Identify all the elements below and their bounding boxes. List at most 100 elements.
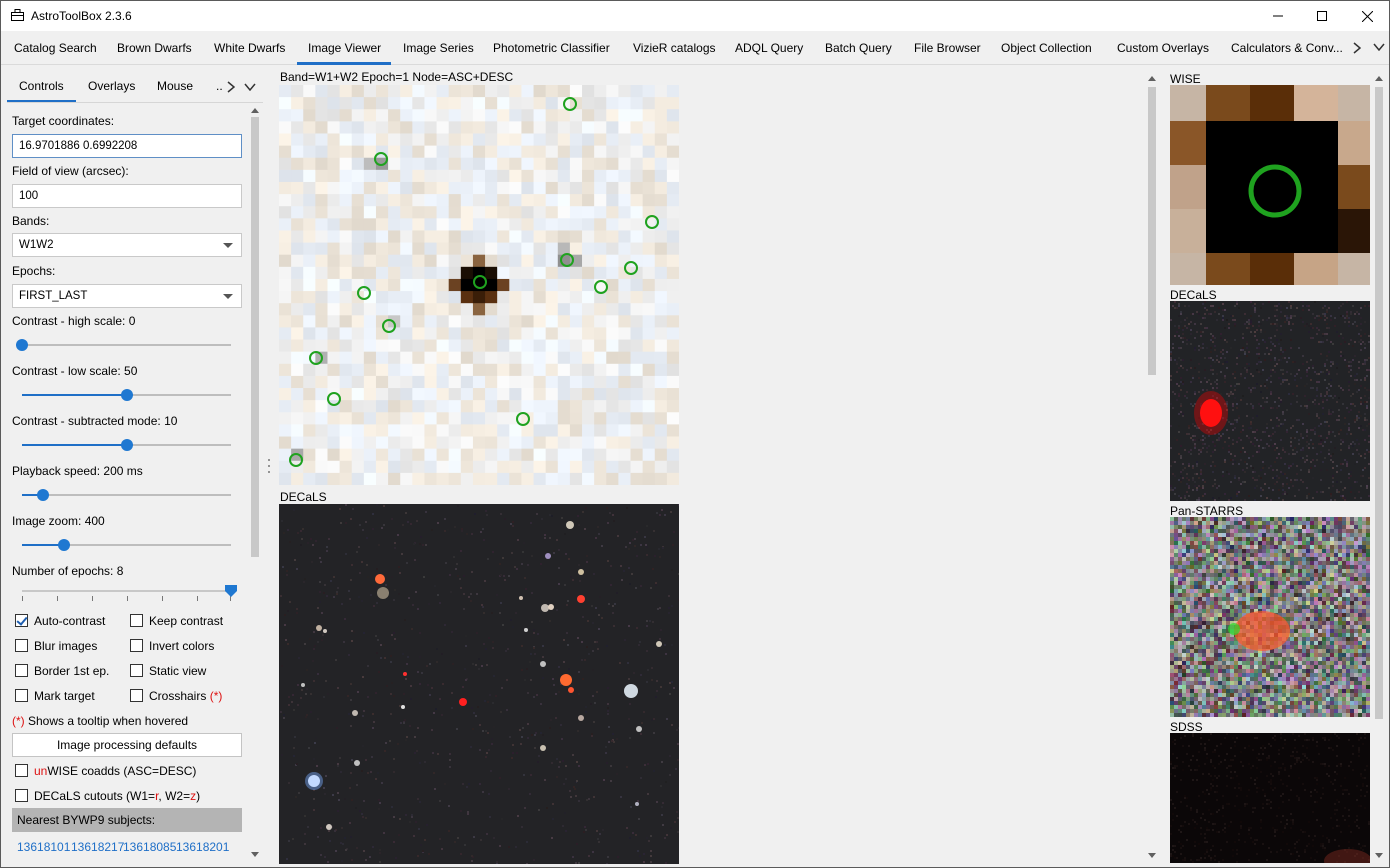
- checkbox-box[interactable]: [130, 639, 143, 652]
- tab-catalog-search[interactable]: Catalog Search: [14, 41, 97, 55]
- decals-thumbnail[interactable]: [1170, 301, 1370, 501]
- decals-main-image[interactable]: [279, 504, 679, 864]
- contrast-high-slider[interactable]: [16, 339, 231, 351]
- crosshairs-checkbox[interactable]: Crosshairs (*): [130, 689, 222, 703]
- wise-thumbnail[interactable]: [1170, 85, 1370, 285]
- image-zoom-slider[interactable]: [22, 539, 231, 551]
- close-button[interactable]: [1344, 1, 1389, 31]
- keep-contrast-checkbox[interactable]: Keep contrast: [130, 614, 223, 628]
- mark-target-checkbox[interactable]: Mark target: [15, 689, 95, 703]
- fov-input[interactable]: 100: [12, 184, 242, 208]
- tab-adql-query[interactable]: ADQL Query: [735, 41, 803, 55]
- tab-batch-query[interactable]: Batch Query: [825, 41, 892, 55]
- noise-pixel: [635, 587, 637, 589]
- chevron-right-icon[interactable]: [1353, 42, 1361, 54]
- tab-vizier-catalogs[interactable]: VizieR catalogs: [633, 41, 716, 55]
- checkbox-box[interactable]: [15, 614, 28, 627]
- noise-pixel: [1292, 315, 1294, 317]
- minimize-button[interactable]: [1255, 1, 1301, 31]
- subject-link[interactable]: 13618101: [17, 840, 70, 854]
- checkbox-box[interactable]: [15, 689, 28, 702]
- noise-pixel: [1210, 633, 1214, 637]
- subject-link[interactable]: 13618217: [71, 840, 124, 854]
- decals-main-label: DECaLS: [280, 490, 327, 504]
- noise-pixel: [1258, 673, 1262, 677]
- static-view-checkbox[interactable]: Static view: [130, 664, 206, 678]
- scroll-down-icon[interactable]: [1148, 853, 1156, 858]
- wise-pixel: [509, 145, 522, 159]
- tab-brown-dwarfs[interactable]: Brown Dwarfs: [117, 41, 192, 55]
- contrast-subtracted-slider[interactable]: [22, 439, 231, 451]
- tab-calculators[interactable]: Calculators & Conv...: [1231, 41, 1343, 55]
- subject-link[interactable]: 13618085: [123, 840, 176, 854]
- invert-colors-checkbox[interactable]: Invert colors: [130, 639, 214, 653]
- tab-custom-overlays[interactable]: Custom Overlays: [1117, 41, 1209, 55]
- chevron-down-icon[interactable]: [244, 83, 256, 91]
- scrollbar-thumb[interactable]: [1148, 87, 1156, 375]
- chevron-right-icon[interactable]: [227, 81, 235, 93]
- checkbox-box[interactable]: [15, 639, 28, 652]
- slider-thumb[interactable]: [120, 389, 133, 401]
- tab-white-dwarfs[interactable]: White Dwarfs: [214, 41, 285, 55]
- viewer-scrollbar[interactable]: [1144, 69, 1160, 865]
- wise-pixel: [400, 242, 413, 256]
- subtab-more[interactable]: ..: [216, 79, 223, 93]
- noise-pixel: [1262, 407, 1264, 409]
- subtab-controls[interactable]: Controls: [19, 79, 64, 93]
- noise-pixel: [1304, 385, 1306, 387]
- playback-speed-slider[interactable]: [22, 489, 231, 501]
- noise-pixel: [535, 732, 537, 734]
- border-first-epoch-checkbox[interactable]: Border 1st ep.: [15, 664, 109, 678]
- noise-pixel: [576, 780, 578, 782]
- wise-main-image[interactable]: [279, 85, 679, 485]
- tab-file-browser[interactable]: File Browser: [914, 41, 981, 55]
- tab-object-collection[interactable]: Object Collection: [1001, 41, 1092, 55]
- noise-pixel: [1332, 431, 1334, 433]
- noise-pixel: [1170, 403, 1172, 405]
- noise-pixel: [1278, 537, 1282, 541]
- image-processing-defaults-button[interactable]: Image processing defaults: [12, 733, 242, 757]
- slider-thumb[interactable]: [120, 439, 133, 451]
- number-of-epochs-slider[interactable]: [22, 585, 237, 601]
- scroll-up-icon[interactable]: [1148, 76, 1156, 81]
- unwise-coadds-checkbox[interactable]: unWISE coadds (ASC=DESC): [15, 764, 196, 778]
- subtab-mouse[interactable]: Mouse: [157, 79, 193, 93]
- noise-pixel: [1250, 669, 1254, 673]
- checkbox-box[interactable]: [130, 664, 143, 677]
- noise-pixel: [1198, 597, 1202, 601]
- noise-pixel: [499, 845, 501, 847]
- checkbox-box[interactable]: [15, 664, 28, 677]
- slider-thumb[interactable]: [225, 585, 237, 597]
- bands-select[interactable]: W1W2: [12, 233, 242, 257]
- scroll-down-icon[interactable]: [251, 852, 259, 857]
- auto-contrast-checkbox[interactable]: Auto-contrast: [15, 614, 105, 628]
- blur-images-checkbox[interactable]: Blur images: [15, 639, 97, 653]
- noise-pixel: [1272, 343, 1274, 345]
- subject-link[interactable]: 13618201: [176, 840, 229, 854]
- controls-scrollbar[interactable]: [247, 103, 263, 863]
- scroll-up-icon[interactable]: [251, 108, 259, 113]
- noise-pixel: [1202, 601, 1206, 605]
- checkbox-box[interactable]: [15, 764, 28, 777]
- epochs-select[interactable]: FIRST_LAST: [12, 284, 242, 308]
- noise-pixel: [1242, 549, 1246, 553]
- maximize-button[interactable]: [1299, 1, 1345, 31]
- scrollbar-thumb[interactable]: [251, 117, 259, 557]
- tab-image-viewer[interactable]: Image Viewer: [308, 41, 381, 55]
- target-coordinates-input[interactable]: 16.9701886 0.6992208: [12, 134, 242, 158]
- decals-cutouts-checkbox[interactable]: DECaLS cutouts (W1=r, W2=z): [15, 789, 200, 803]
- splitter-grip-icon[interactable]: [267, 458, 271, 474]
- noise-pixel: [334, 830, 336, 832]
- chevron-down-icon[interactable]: [1373, 43, 1385, 51]
- tab-image-series[interactable]: Image Series: [403, 41, 474, 55]
- panstarrs-thumbnail[interactable]: [1170, 517, 1370, 717]
- slider-thumb[interactable]: [57, 539, 70, 551]
- checkbox-box[interactable]: [15, 789, 28, 802]
- slider-thumb[interactable]: [16, 339, 28, 351]
- checkbox-box[interactable]: [130, 689, 143, 702]
- slider-thumb[interactable]: [36, 489, 49, 501]
- checkbox-box[interactable]: [130, 614, 143, 627]
- contrast-low-slider[interactable]: [22, 389, 231, 401]
- subtab-overlays[interactable]: Overlays: [88, 79, 135, 93]
- tab-photometric-classifier[interactable]: Photometric Classifier: [493, 41, 610, 55]
